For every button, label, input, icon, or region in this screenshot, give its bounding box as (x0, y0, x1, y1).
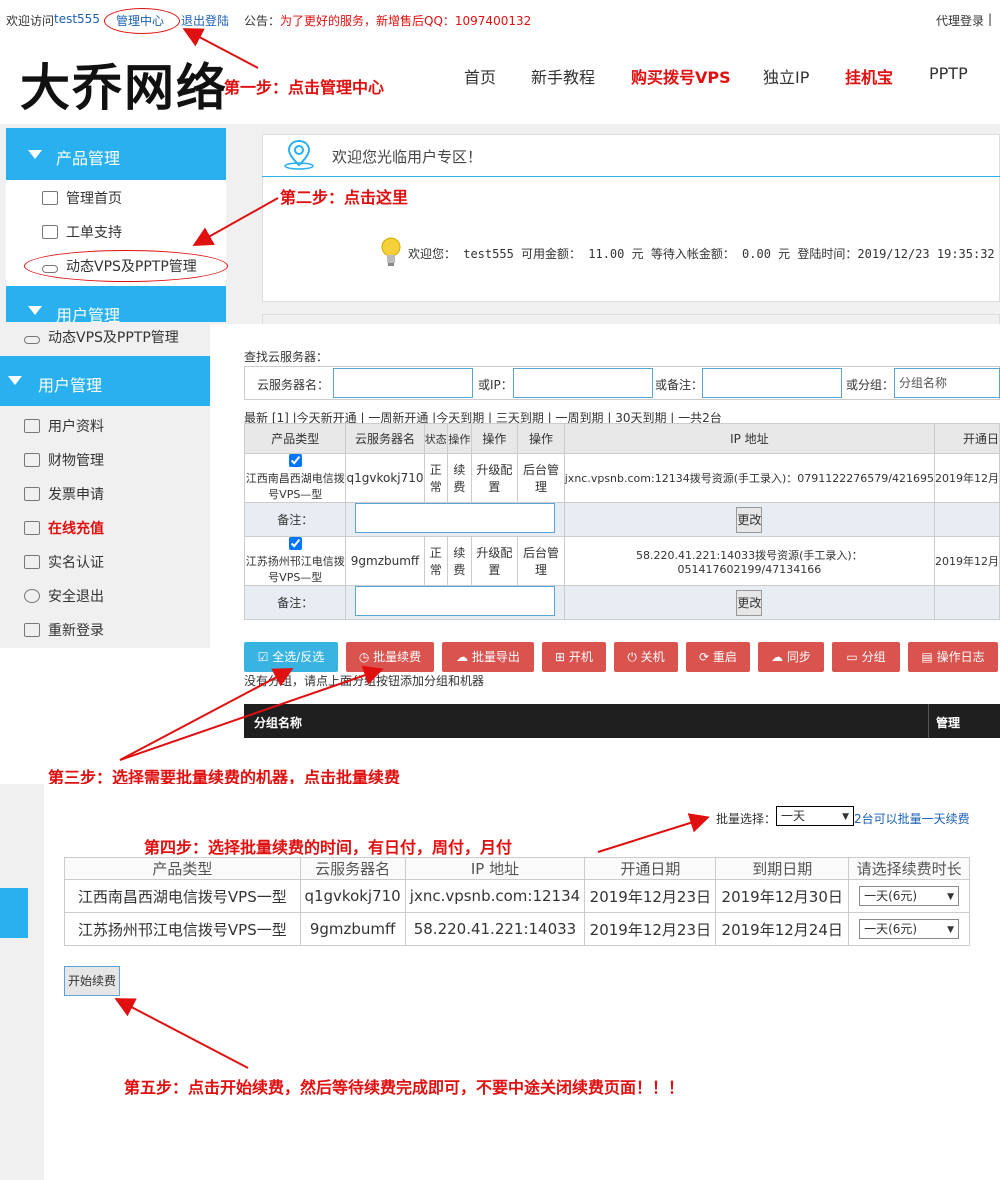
arrow-step5 (114, 998, 249, 1069)
arrow-step4 (597, 813, 710, 853)
arrow-step3a (119, 668, 294, 761)
arrow-step1 (182, 28, 259, 69)
annotation-arrows (114, 28, 710, 1069)
arrow-step2 (192, 197, 279, 246)
arrow-step3b (119, 665, 384, 761)
